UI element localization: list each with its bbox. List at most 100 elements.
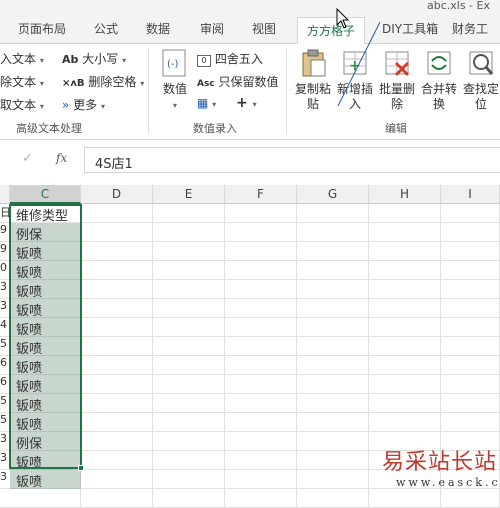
cell[interactable] — [297, 356, 369, 375]
cell[interactable] — [81, 337, 153, 356]
cell[interactable] — [81, 223, 153, 242]
cell[interactable] — [81, 470, 153, 489]
cell[interactable] — [441, 299, 500, 318]
cell[interactable] — [153, 413, 225, 432]
cell[interactable] — [81, 280, 153, 299]
cell[interactable] — [153, 223, 225, 242]
cell[interactable] — [369, 223, 441, 242]
cell[interactable] — [225, 451, 297, 470]
cell[interactable] — [441, 318, 500, 337]
formula-input[interactable]: 4S店1 — [84, 147, 500, 173]
keep-value-button[interactable]: Asc 只保留数值 — [197, 73, 279, 90]
cell[interactable] — [225, 280, 297, 299]
tab-formulas[interactable]: 公式 — [94, 20, 118, 37]
cell[interactable] — [81, 261, 153, 280]
cell[interactable] — [441, 394, 500, 413]
cell[interactable] — [297, 223, 369, 242]
extract-text-button[interactable]: 取文本 ▾ — [0, 96, 44, 113]
cell[interactable] — [225, 432, 297, 451]
tab-page-layout[interactable]: 页面布局 — [18, 20, 66, 37]
cell[interactable] — [297, 451, 369, 470]
cell[interactable] — [153, 432, 225, 451]
cell[interactable] — [297, 280, 369, 299]
tab-review[interactable]: 审阅 — [200, 20, 224, 37]
cell[interactable] — [369, 394, 441, 413]
cell[interactable] — [441, 242, 500, 261]
cell[interactable] — [369, 413, 441, 432]
column-header-i[interactable]: I — [441, 185, 500, 204]
cell[interactable] — [81, 318, 153, 337]
cell[interactable] — [297, 242, 369, 261]
fill-tool-button[interactable]: ▦ ▾ — [197, 96, 216, 110]
cell[interactable] — [369, 280, 441, 299]
cell[interactable] — [153, 204, 225, 223]
cell[interactable] — [225, 223, 297, 242]
cell[interactable] — [369, 204, 441, 223]
delete-text-button[interactable]: 除文本 ▾ — [0, 73, 44, 90]
cell[interactable] — [369, 489, 441, 508]
cell[interactable] — [297, 489, 369, 508]
fx-icon[interactable]: fx — [56, 151, 67, 165]
column-header-f[interactable]: F — [225, 185, 297, 204]
cell[interactable] — [81, 432, 153, 451]
cell[interactable] — [81, 299, 153, 318]
cell[interactable] — [225, 394, 297, 413]
cell[interactable] — [153, 489, 225, 508]
column-header-g[interactable]: G — [297, 185, 369, 204]
enter-icon[interactable]: ✓ — [22, 151, 33, 166]
cell[interactable] — [225, 261, 297, 280]
cell[interactable] — [153, 299, 225, 318]
cell[interactable] — [225, 204, 297, 223]
cell[interactable] — [297, 394, 369, 413]
more-button[interactable]: » 更多 ▾ — [62, 96, 105, 113]
cell[interactable] — [297, 204, 369, 223]
cell[interactable] — [81, 204, 153, 223]
insert-text-button[interactable]: 入文本 ▾ — [0, 50, 44, 67]
cell[interactable] — [441, 337, 500, 356]
cell[interactable] — [153, 261, 225, 280]
cell[interactable] — [153, 242, 225, 261]
cell[interactable] — [153, 337, 225, 356]
cell[interactable] — [369, 318, 441, 337]
cell[interactable] — [153, 318, 225, 337]
cell[interactable] — [153, 470, 225, 489]
column-header-h[interactable]: H — [369, 185, 441, 204]
cell[interactable] — [441, 204, 500, 223]
cell[interactable] — [225, 413, 297, 432]
cell[interactable] — [441, 489, 500, 508]
cell[interactable] — [297, 318, 369, 337]
cell[interactable] — [225, 356, 297, 375]
column-header-d[interactable]: D — [81, 185, 153, 204]
cell[interactable] — [81, 375, 153, 394]
cell[interactable] — [225, 242, 297, 261]
cell-c[interactable]: 钣喷 — [10, 470, 81, 489]
cell[interactable] — [369, 337, 441, 356]
cell[interactable] — [297, 261, 369, 280]
column-header-c[interactable]: C — [10, 185, 81, 204]
cell[interactable] — [441, 223, 500, 242]
cell[interactable] — [297, 432, 369, 451]
cell[interactable] — [369, 356, 441, 375]
row-header[interactable] — [0, 489, 10, 508]
cell[interactable] — [153, 394, 225, 413]
cell[interactable] — [225, 299, 297, 318]
cell[interactable] — [225, 375, 297, 394]
cell[interactable] — [225, 470, 297, 489]
cell[interactable] — [153, 451, 225, 470]
tab-data[interactable]: 数据 — [146, 20, 170, 37]
cell[interactable] — [153, 280, 225, 299]
fill-handle[interactable] — [78, 465, 84, 471]
cell[interactable] — [297, 470, 369, 489]
cell[interactable] — [225, 489, 297, 508]
cell[interactable] — [369, 299, 441, 318]
cell[interactable] — [297, 299, 369, 318]
delete-space-button[interactable]: ×ʌB 删除空格 ▾ — [62, 73, 144, 90]
row-header[interactable]: 3 — [0, 470, 10, 489]
cell[interactable] — [81, 413, 153, 432]
column-header-e[interactable]: E — [153, 185, 225, 204]
cell[interactable] — [369, 242, 441, 261]
cell[interactable] — [297, 413, 369, 432]
cell[interactable] — [369, 375, 441, 394]
cell[interactable] — [441, 280, 500, 299]
round-button[interactable]: 0 四舍五入 — [197, 50, 263, 67]
